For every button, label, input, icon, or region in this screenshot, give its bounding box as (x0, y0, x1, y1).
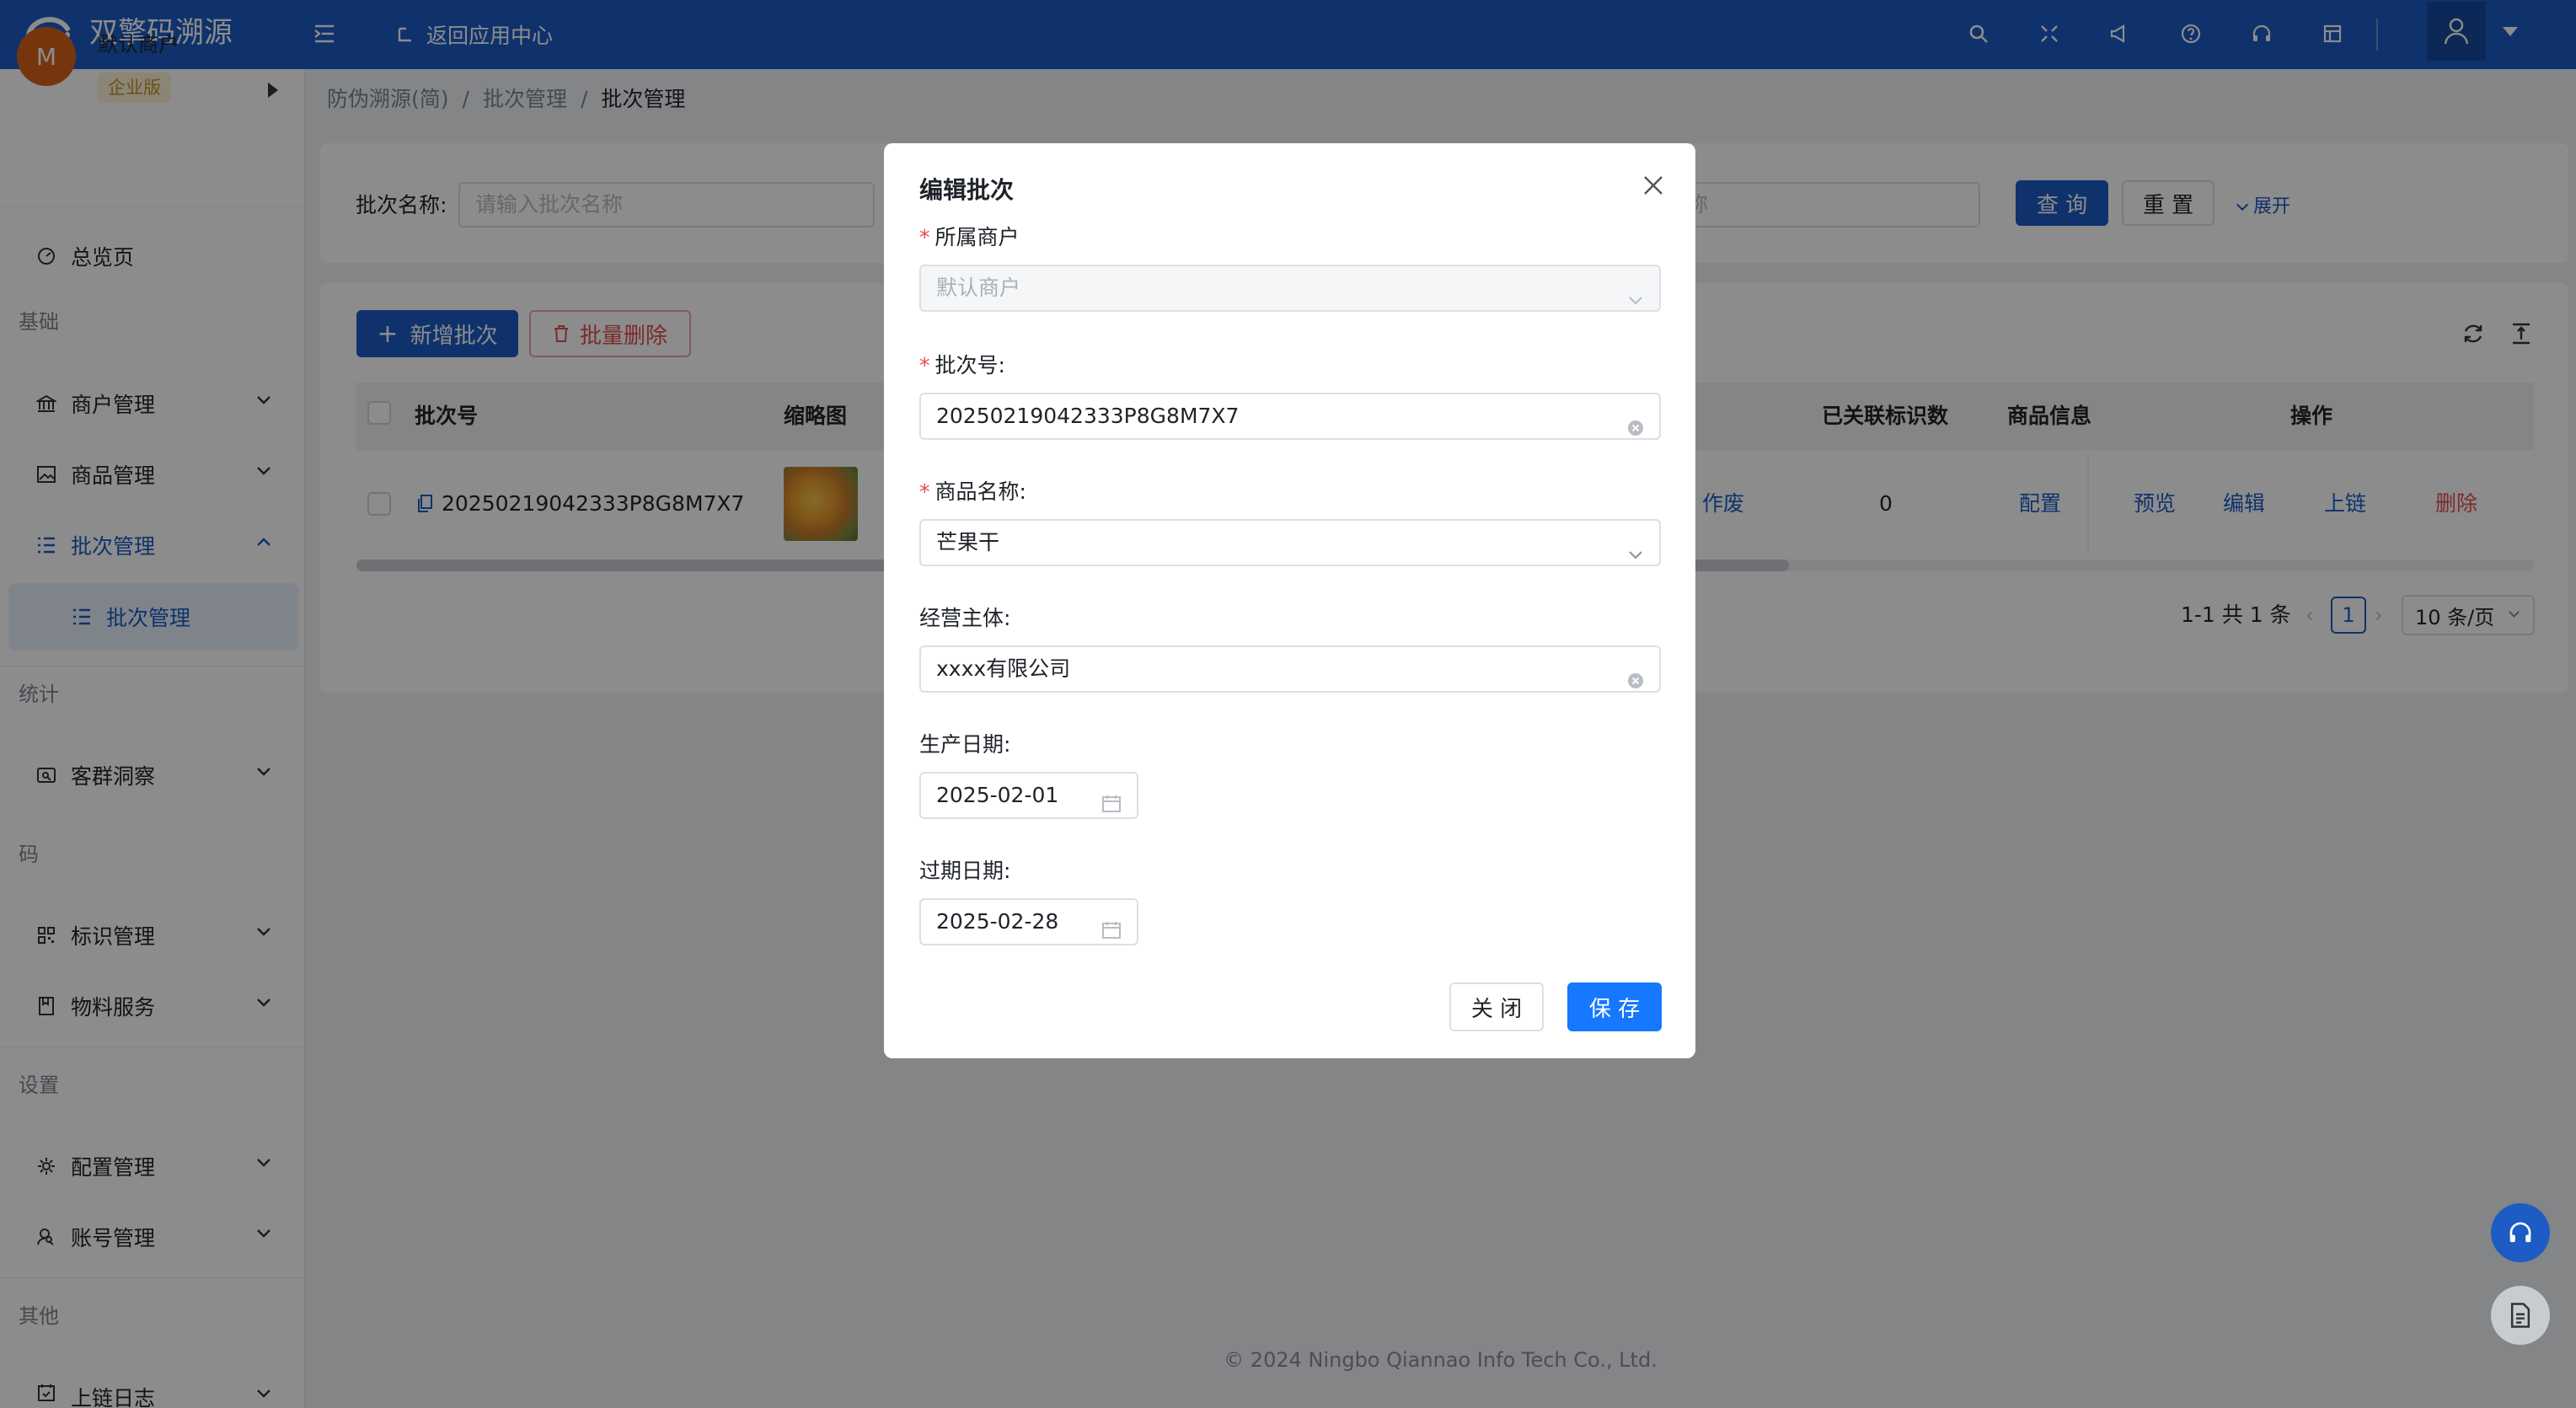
document-button[interactable] (2491, 1286, 2550, 1345)
calendar-icon (1101, 785, 1122, 829)
modal-title: 编辑批次 (919, 176, 1015, 204)
chevron-down-icon (1627, 280, 1644, 305)
business-entity-input-value: xxxx有限公司 (936, 656, 1071, 681)
customer-service-button[interactable] (2491, 1203, 2550, 1262)
merchant-select[interactable]: 默认商户 (919, 265, 1661, 312)
product-name-select-value: 芒果干 (936, 530, 1000, 554)
product-name-field-label: * 商品名称: (919, 475, 1026, 509)
modal-close-button[interactable]: 关 闭 (1449, 982, 1544, 1031)
batch-no-field-label: * 批次号: (919, 349, 1005, 383)
expiry-date-picker[interactable]: 2025-02-28 (919, 898, 1138, 945)
calendar-icon (1101, 912, 1122, 956)
required-asterisk: * (919, 479, 930, 504)
production-date-picker[interactable]: 2025-02-01 (919, 772, 1138, 819)
headset-icon (2509, 1222, 2531, 1243)
clear-input-icon[interactable] (1627, 661, 1644, 688)
product-name-label-text: 商品名称: (935, 479, 1026, 504)
product-name-select[interactable]: 芒果干 (919, 519, 1661, 566)
expiry-date-field-label: 过期日期: (919, 859, 1011, 883)
document-icon (2510, 1303, 2530, 1328)
merchant-select-value: 默认商户 (936, 276, 1021, 300)
modal-save-button[interactable]: 保 存 (1567, 982, 1662, 1031)
batch-no-input[interactable]: 20250219042333P8G8M7X7 (919, 393, 1661, 440)
merchant-field-label: * 所属商户 (919, 221, 1020, 254)
batch-no-input-value: 20250219042333P8G8M7X7 (936, 404, 1240, 428)
chevron-down-icon (1627, 534, 1644, 559)
required-asterisk: * (919, 353, 930, 377)
production-date-field-label: 生产日期: (919, 732, 1011, 757)
batch-no-label-text: 批次号: (935, 353, 1005, 377)
required-asterisk: * (919, 225, 930, 249)
close-icon[interactable] (1636, 169, 1670, 202)
merchant-label-text: 所属商户 (935, 225, 1020, 249)
clear-input-icon[interactable] (1627, 408, 1644, 436)
business-entity-input[interactable]: xxxx有限公司 (919, 645, 1661, 693)
business-entity-field-label: 经营主体: (919, 606, 1011, 630)
production-date-value: 2025-02-01 (936, 783, 1059, 807)
expiry-date-value: 2025-02-28 (936, 909, 1059, 934)
